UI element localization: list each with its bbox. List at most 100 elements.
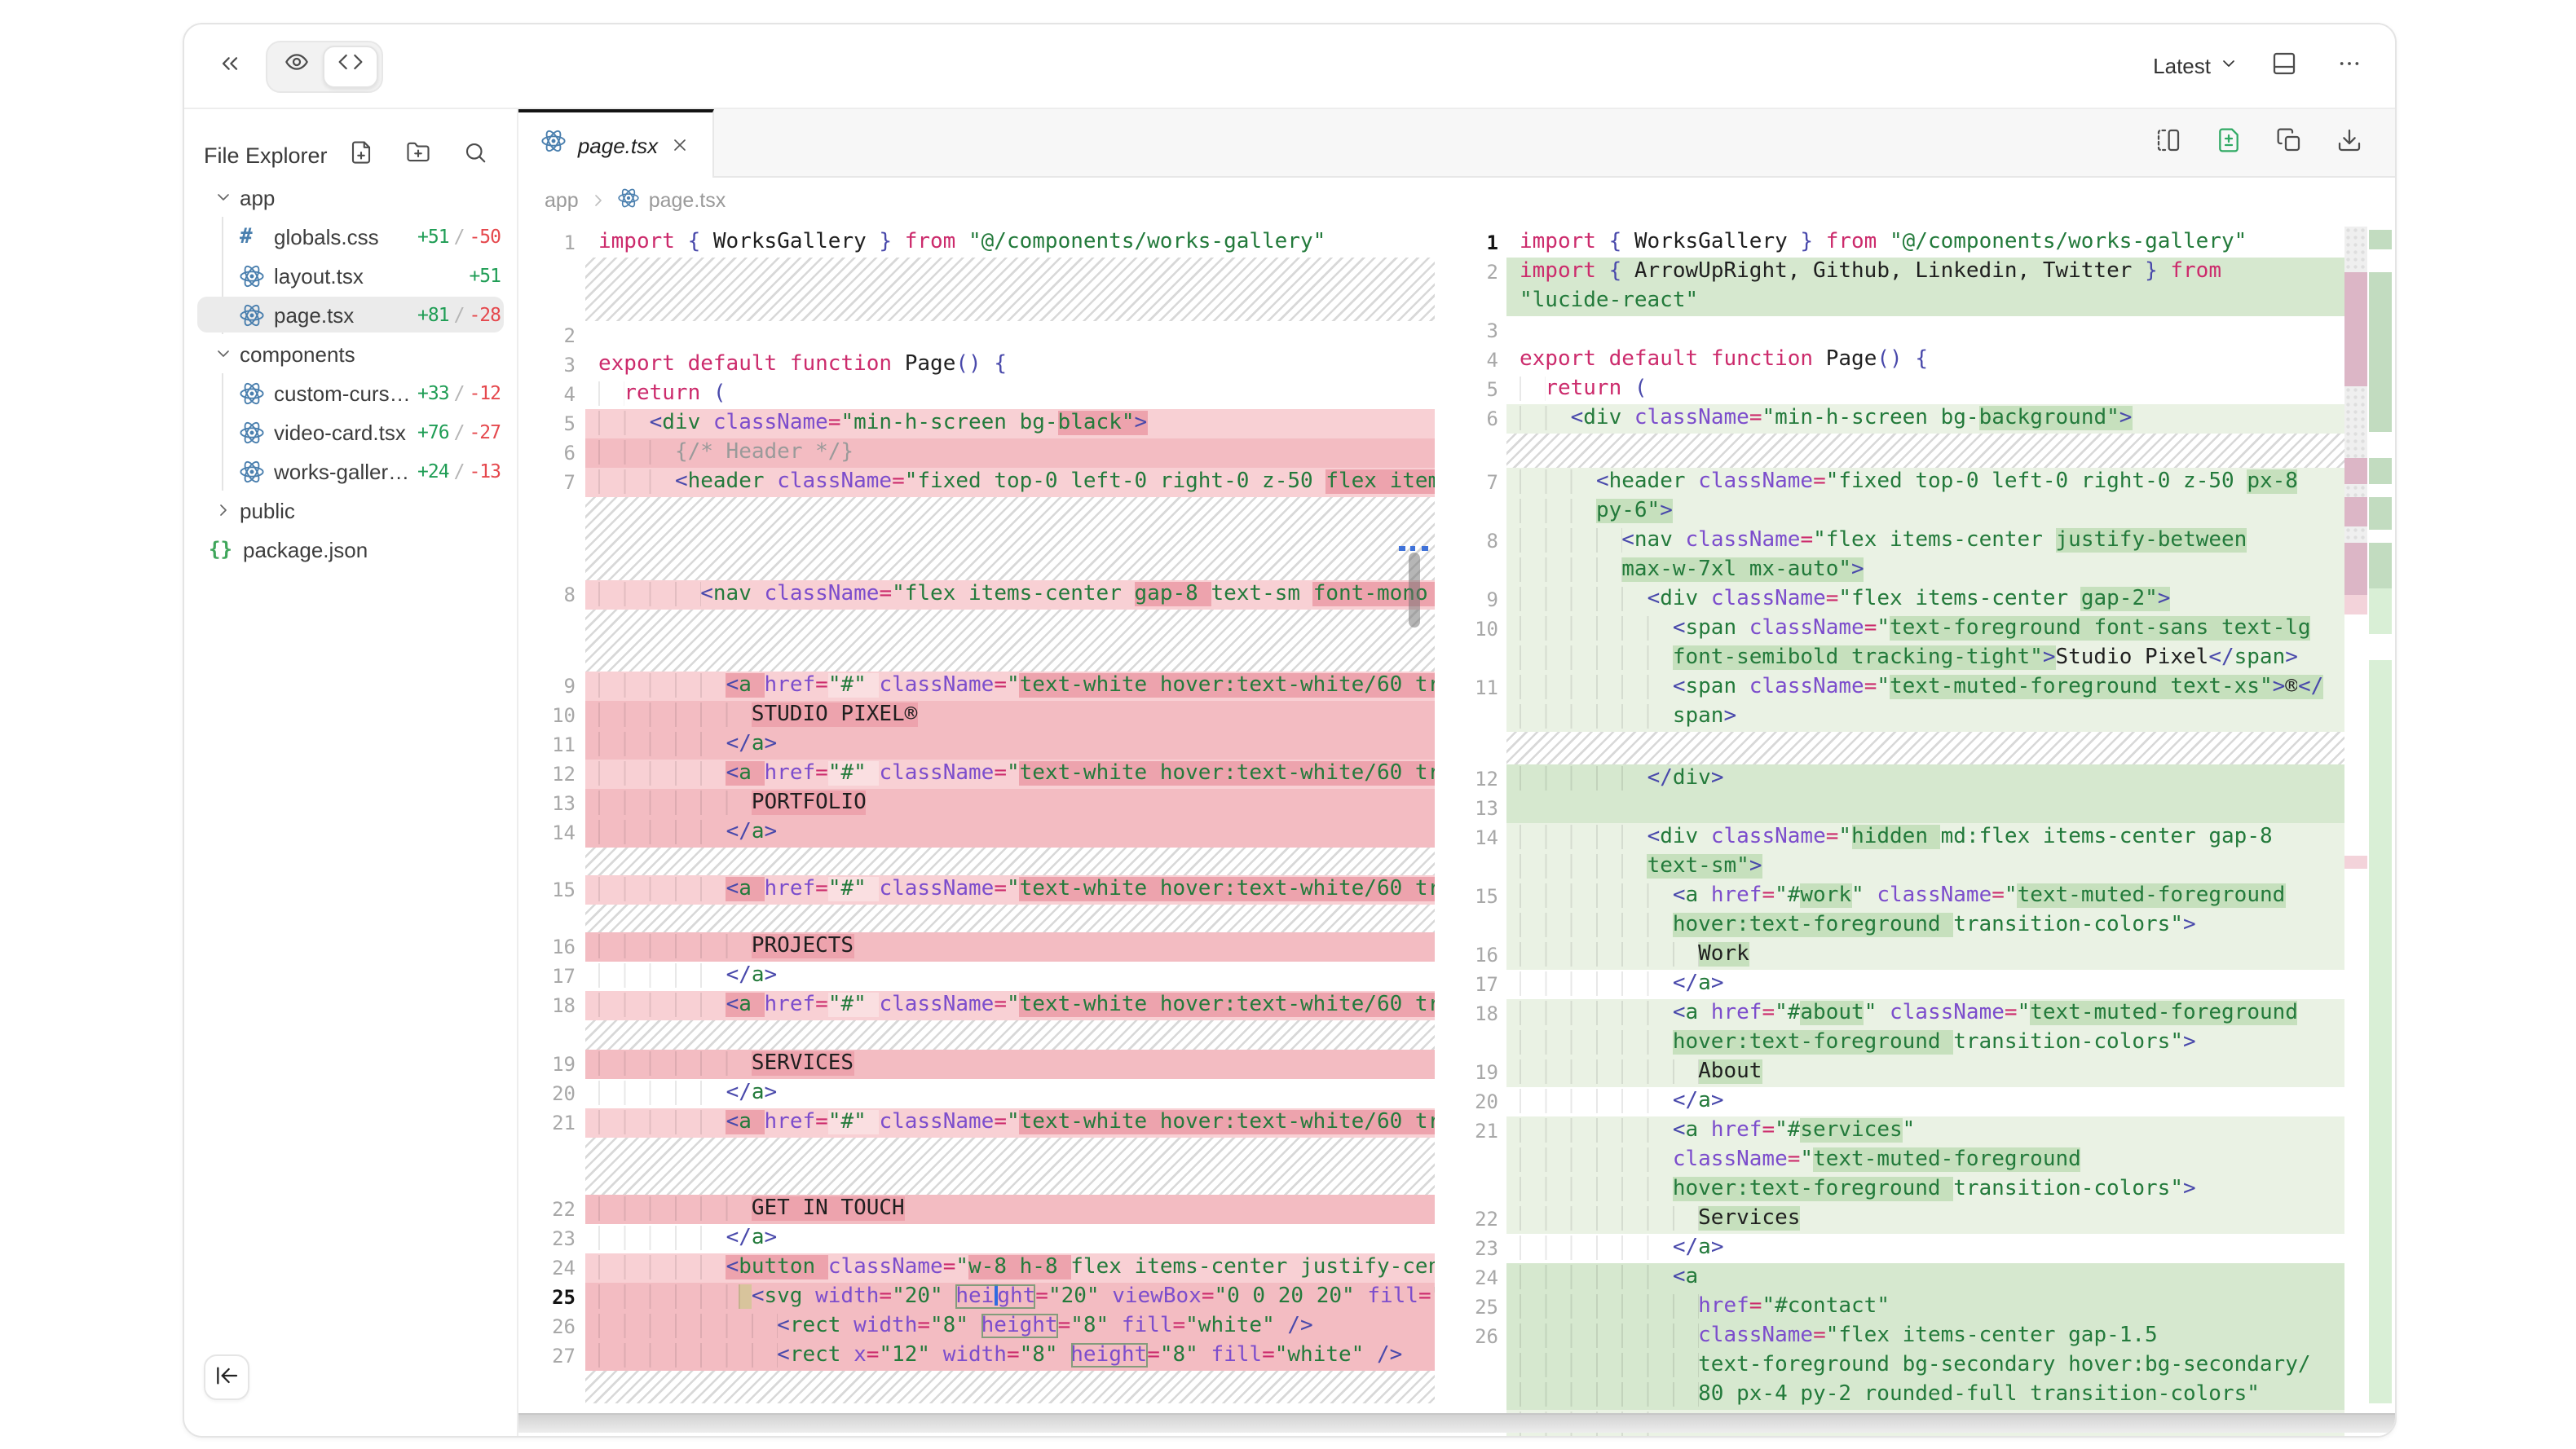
original-code-line-7[interactable]: <header className="fixed top-0 left-0 ri… — [585, 468, 1435, 497]
horizontal-scrollbar[interactable] — [518, 1413, 2395, 1433]
original-code-line-15[interactable]: <a href="#" className="text-white hover:… — [585, 875, 1435, 905]
chevron-down-icon[interactable] — [214, 187, 233, 207]
modified-code-line-2[interactable]: import { ArrowUpRight, Github, Linkedin,… — [1506, 258, 2344, 316]
modified-code-line-16[interactable]: Work — [1506, 940, 2344, 970]
original-code-line-2[interactable] — [585, 321, 1435, 350]
chevron-down-icon[interactable] — [214, 344, 233, 363]
original-code-line-18[interactable]: <a href="#" className="text-white hover:… — [585, 991, 1435, 1020]
preview-toggle-button[interactable] — [271, 46, 323, 86]
more-options-button[interactable] — [2330, 44, 2369, 88]
original-code-line-1[interactable]: import { WorksGallery } from "@/componen… — [585, 228, 1435, 258]
modified-code-line-13[interactable] — [1506, 794, 2344, 823]
split-view-button[interactable] — [2149, 121, 2188, 165]
modified-code-line-3[interactable] — [1506, 316, 2344, 346]
modified-code-line-6[interactable]: <div className="min-h-screen bg-backgrou… — [1506, 404, 2344, 434]
original-code-line-19[interactable]: SERVICES — [585, 1050, 1435, 1079]
original-code-line-6[interactable]: {/* Header */} — [585, 438, 1435, 468]
version-selector[interactable]: Latest — [2153, 54, 2239, 78]
original-code-line-17[interactable]: </a> — [585, 962, 1435, 991]
modified-code-line-26[interactable]: className="flex items-center gap-1.5 tex… — [1506, 1322, 2344, 1410]
copy-code-button[interactable] — [2269, 121, 2309, 165]
modified-code-line-5[interactable]: return ( — [1506, 375, 2344, 404]
original-collapsed-region[interactable] — [585, 1371, 1435, 1403]
breadcrumb-file[interactable]: page.tsx — [649, 189, 726, 212]
original-code-line-8[interactable]: <nav className="flex items-center gap-8 … — [585, 580, 1435, 610]
original-code-line-14[interactable]: </a> — [585, 818, 1435, 848]
modified-code-line-17[interactable]: </a> — [1506, 970, 2344, 999]
tree-item-page.tsx[interactable]: page.tsx+81/-28 — [184, 295, 517, 334]
modified-code-line-10[interactable]: <span className="text-foreground font-sa… — [1506, 614, 2344, 673]
modified-code-line-24[interactable]: <a — [1506, 1263, 2344, 1293]
original-collapsed-region[interactable] — [585, 610, 1435, 672]
original-code-line-11[interactable]: </a> — [585, 730, 1435, 760]
breadcrumb-root[interactable]: app — [545, 189, 579, 212]
original-code-line-26[interactable]: <rect width="8" height="8" fill="white" … — [585, 1312, 1435, 1341]
original-code-line-13[interactable]: PORTFOLIO — [585, 789, 1435, 818]
original-collapsed-region[interactable] — [585, 497, 1435, 580]
original-code-line-3[interactable]: export default function Page() { — [585, 350, 1435, 380]
modified-code-line-11[interactable]: <span className="text-muted-foreground t… — [1506, 673, 2344, 732]
original-collapsed-region[interactable] — [585, 1020, 1435, 1050]
left-pane-scrollbar-thumb[interactable] — [1409, 553, 1420, 628]
original-code-line-27[interactable]: <rect x="12" width="8" height="8" fill="… — [585, 1341, 1435, 1371]
modified-code-line-9[interactable]: <div className="flex items-center gap-2"… — [1506, 585, 2344, 614]
original-code-line-21[interactable]: <a href="#" className="text-white hover:… — [585, 1108, 1435, 1138]
original-code-line-9[interactable]: <a href="#" className="text-white hover:… — [585, 672, 1435, 701]
modified-code-line-19[interactable]: About — [1506, 1058, 2344, 1087]
modified-code-line-1[interactable]: import { WorksGallery } from "@/componen… — [1506, 228, 2344, 258]
modified-code-line-21[interactable]: <a href="#services" className="text-mute… — [1506, 1116, 2344, 1205]
original-code-line-10[interactable]: STUDIO PIXEL® — [585, 701, 1435, 730]
modified-code-line-22[interactable]: Services — [1506, 1205, 2344, 1234]
tree-item-components[interactable]: components — [184, 334, 517, 373]
modified-code-line-15[interactable]: <a href="#work" className="text-muted-fo… — [1506, 882, 2344, 940]
tree-item-globals.css[interactable]: #globals.css+51/-50 — [184, 217, 517, 256]
modified-collapsed-region[interactable] — [1506, 732, 2344, 764]
tree-item-works-galler-[interactable]: works-galler…+24/-13 — [184, 451, 517, 491]
collapse-left-panel-button[interactable] — [210, 44, 249, 88]
original-code-line-23[interactable]: </a> — [585, 1224, 1435, 1253]
tab-page-tsx[interactable]: page.tsx — [518, 109, 714, 178]
modified-code-line-23[interactable]: </a> — [1506, 1234, 2344, 1263]
original-code-line-12[interactable]: <a href="#" className="text-white hover:… — [585, 760, 1435, 789]
original-collapsed-region[interactable] — [585, 1138, 1435, 1195]
tree-item-custom-curs-[interactable]: custom-curs…+33/-12 — [184, 373, 517, 412]
modified-code-line-7[interactable]: <header className="fixed top-0 left-0 ri… — [1506, 468, 2344, 526]
original-line-number: 26 — [518, 1312, 585, 1341]
close-icon[interactable] — [669, 135, 689, 155]
original-code-line-25[interactable]: <svg width="20" height="20" viewBox="0 0… — [585, 1283, 1435, 1312]
panel-bottom-button[interactable] — [2265, 44, 2304, 88]
modified-code-line-12[interactable]: </div> — [1506, 764, 2344, 794]
tree-item-app[interactable]: app — [184, 178, 517, 217]
toggle-diff-button[interactable] — [2209, 121, 2248, 165]
search-files-button[interactable] — [457, 134, 494, 176]
original-code-line-20[interactable]: </a> — [585, 1079, 1435, 1108]
original-collapsed-region[interactable] — [585, 905, 1435, 932]
new-folder-button[interactable] — [399, 134, 437, 176]
collapse-sidebar-button[interactable] — [204, 1354, 249, 1400]
tree-item-public[interactable]: public — [184, 491, 517, 530]
diff-overview-ruler[interactable] — [2344, 223, 2393, 1436]
original-code-line-22[interactable]: GET IN TOUCH — [585, 1195, 1435, 1224]
code-toggle-button[interactable] — [323, 45, 378, 87]
modified-collapsed-region[interactable] — [1506, 434, 2344, 468]
tree-item-video-card.tsx[interactable]: video-card.tsx+76/-27 — [184, 412, 517, 451]
original-line-number: 8 — [518, 580, 585, 610]
tree-item-package.json[interactable]: {}package.json — [184, 530, 517, 569]
original-code-line-24[interactable]: <button className="w-8 h-8 flex items-ce… — [585, 1253, 1435, 1283]
original-collapsed-region[interactable] — [585, 848, 1435, 875]
modified-code-line-25[interactable]: href="#contact" — [1506, 1293, 2344, 1322]
diff-map-block-added — [2369, 660, 2392, 1403]
tree-item-layout.tsx[interactable]: layout.tsx+51 — [184, 256, 517, 295]
original-code-line-16[interactable]: PROJECTS — [585, 932, 1435, 962]
modified-code-line-8[interactable]: <nav className="flex items-center justif… — [1506, 526, 2344, 585]
modified-code-line-20[interactable]: </a> — [1506, 1087, 2344, 1116]
modified-code-line-4[interactable]: export default function Page() { — [1506, 346, 2344, 375]
new-file-button[interactable] — [342, 134, 380, 176]
modified-code-line-18[interactable]: <a href="#about" className="text-muted-f… — [1506, 999, 2344, 1058]
download-button[interactable] — [2330, 121, 2369, 165]
chevron-right-icon[interactable] — [214, 500, 233, 520]
original-code-line-4[interactable]: return ( — [585, 380, 1435, 409]
modified-code-line-14[interactable]: <div className="hidden md:flex items-cen… — [1506, 823, 2344, 882]
original-code-line-5[interactable]: <div className="min-h-screen bg-black"> — [585, 409, 1435, 438]
original-collapsed-region[interactable] — [585, 258, 1435, 321]
